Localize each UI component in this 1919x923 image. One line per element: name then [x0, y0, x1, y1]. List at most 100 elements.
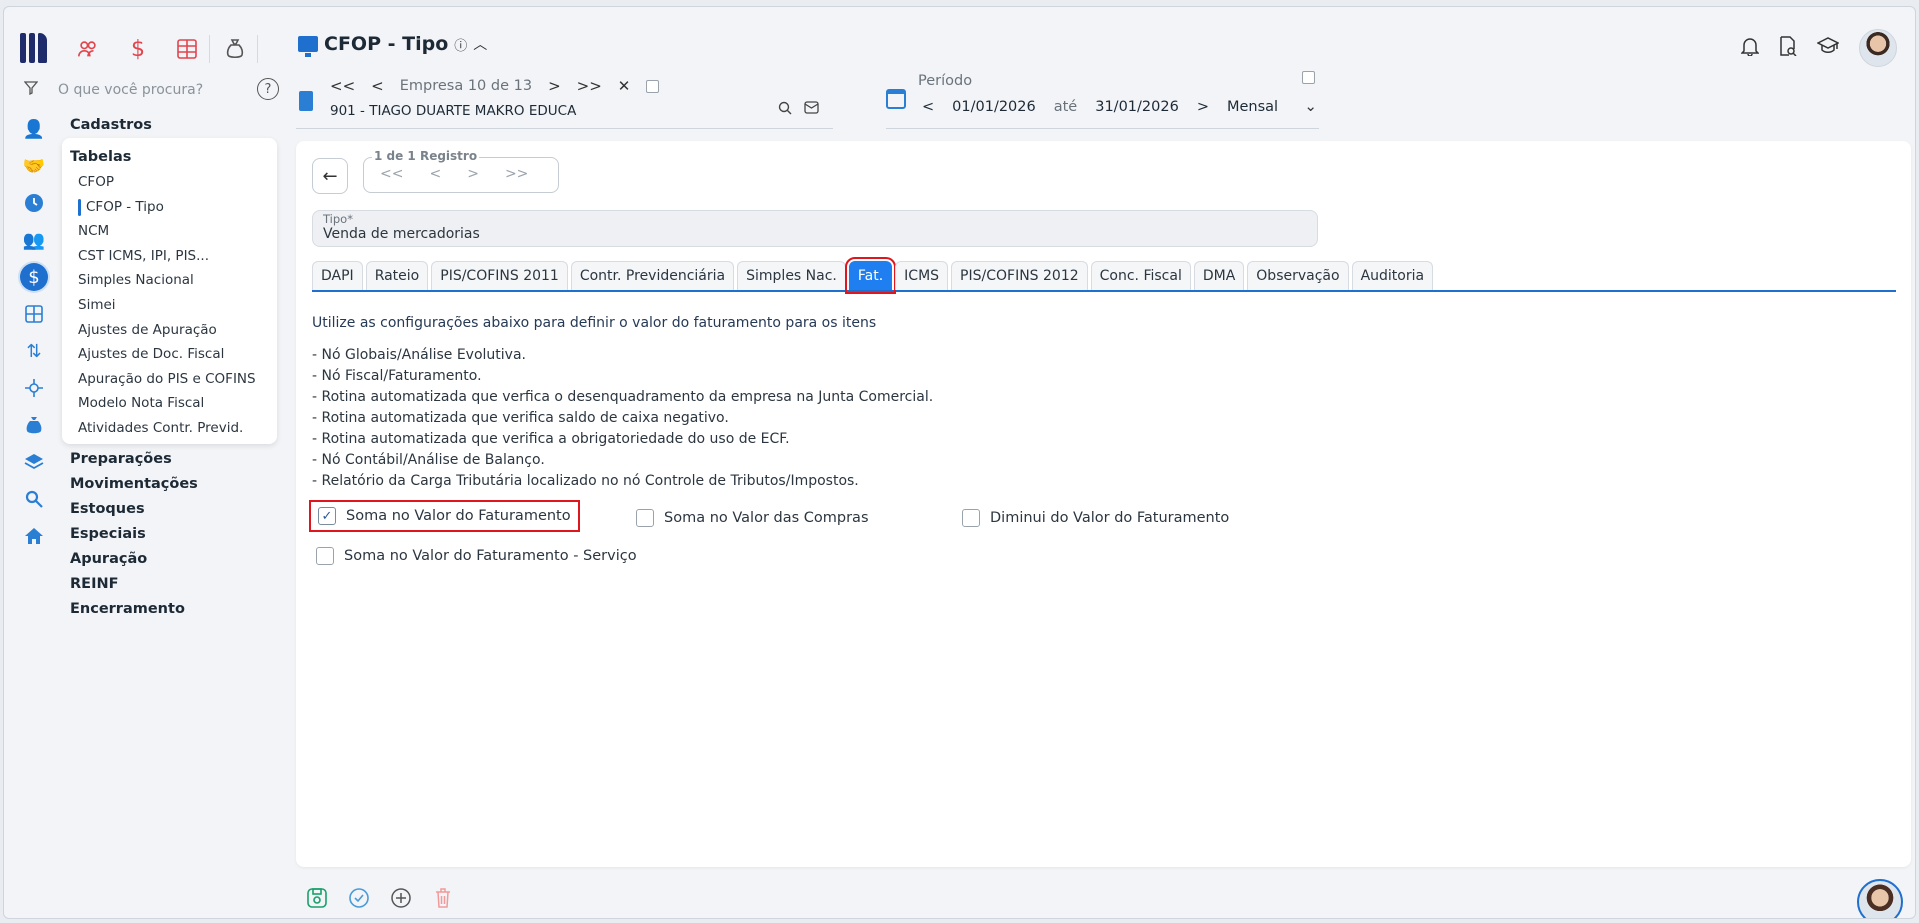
period-mode-select[interactable]: Mensal: [1227, 99, 1278, 115]
submenu-item-ncm[interactable]: NCM: [72, 219, 277, 244]
dollar-icon[interactable]: $: [124, 35, 152, 63]
submenu-item-simples-nacional[interactable]: Simples Nacional: [72, 268, 277, 293]
add-icon[interactable]: [390, 887, 412, 909]
soma-compras-option[interactable]: Soma no Valor das Compras: [636, 509, 869, 527]
tab-rateio[interactable]: Rateio: [365, 261, 429, 290]
tab-pis-cofins-2011[interactable]: PIS/COFINS 2011: [431, 261, 568, 290]
record-next-button[interactable]: >: [467, 166, 479, 182]
company-counter: Empresa 10 de 13: [399, 78, 533, 94]
company-value[interactable]: 901 - TIAGO DUARTE MAKRO EDUCA: [330, 103, 576, 119]
bell-icon[interactable]: [1740, 36, 1760, 61]
nav-section-encerramento[interactable]: Encerramento: [70, 597, 198, 622]
company-first-button[interactable]: <<: [330, 77, 355, 95]
submenu-tabelas: Tabelas CFOP CFOP - Tipo NCM CST ICMS, I…: [62, 138, 277, 444]
period-next-button[interactable]: >: [1197, 99, 1209, 115]
app-logo[interactable]: [20, 33, 50, 63]
search-input[interactable]: O que você procura?: [58, 82, 203, 98]
record-prev-button[interactable]: <: [429, 166, 441, 182]
period-start-field[interactable]: 01/01/2026: [952, 99, 1036, 115]
people-icon[interactable]: 👥: [20, 226, 48, 254]
tab-dapi[interactable]: DAPI: [312, 261, 363, 290]
back-button[interactable]: ←: [312, 158, 348, 194]
soma-compras-checkbox[interactable]: [636, 509, 654, 527]
company-prev-button[interactable]: <: [371, 77, 384, 95]
chevron-up-icon[interactable]: ︿: [473, 34, 487, 54]
tab-auditoria[interactable]: Auditoria: [1351, 261, 1434, 290]
submenu-item-ajustes-apuracao[interactable]: Ajustes de Apuração: [72, 318, 277, 343]
clock-icon[interactable]: [20, 189, 48, 217]
chevron-down-icon[interactable]: ⌄: [1304, 97, 1317, 115]
tab-pis-cofins-2012[interactable]: PIS/COFINS 2012: [951, 261, 1088, 290]
soma-faturamento-checkbox[interactable]: ✓: [318, 507, 336, 525]
search-icon[interactable]: [778, 101, 792, 119]
submenu-item-simei[interactable]: Simei: [72, 293, 277, 318]
handshake-icon[interactable]: 🤝: [20, 152, 48, 180]
submenu-item-cfop-tipo[interactable]: CFOP - Tipo: [72, 195, 277, 220]
avatar[interactable]: [1859, 29, 1897, 67]
period-checkbox[interactable]: [1302, 71, 1315, 84]
list-item: - Relatório da Carga Tributária localiza…: [312, 473, 859, 489]
grid-icon[interactable]: [173, 35, 201, 63]
soma-faturamento-servico-checkbox[interactable]: [316, 547, 334, 565]
home-icon[interactable]: [20, 522, 48, 550]
tab-dma[interactable]: DMA: [1193, 261, 1245, 290]
nav-section-movimentacoes[interactable]: Movimentações: [70, 472, 198, 497]
arrows-icon[interactable]: ⇅: [20, 337, 48, 365]
filter-icon: [23, 81, 39, 99]
tab-contr-previdenciaria[interactable]: Contr. Previdenciária: [570, 261, 735, 290]
users-icon[interactable]: [74, 35, 102, 63]
graduation-cap-icon[interactable]: [1816, 36, 1840, 60]
tab-icms[interactable]: ICMS: [895, 261, 949, 290]
submenu-item-atividades-contr-previd[interactable]: Atividades Contr. Previd.: [72, 416, 277, 441]
fat-description: Utilize as configurações abaixo para def…: [312, 315, 877, 331]
diminui-faturamento-checkbox[interactable]: [962, 509, 980, 527]
calculator-icon[interactable]: [20, 300, 48, 328]
company-last-button[interactable]: >>: [577, 77, 602, 95]
menu-search[interactable]: O que você procura? ?: [23, 77, 279, 103]
bag-icon[interactable]: [20, 411, 48, 439]
save-icon[interactable]: [306, 887, 328, 909]
submenu-item-ajustes-doc-fiscal[interactable]: Ajustes de Doc. Fiscal: [72, 342, 277, 367]
search-icon[interactable]: [20, 485, 48, 513]
info-icon[interactable]: ⓘ: [454, 35, 467, 54]
submenu-item-apuracao-pis-cofins[interactable]: Apuração do PIS e COFINS: [72, 367, 277, 392]
submenu-item-cst[interactable]: CST ICMS, IPI, PIS...: [72, 244, 277, 269]
nav-section-especiais[interactable]: Especiais: [70, 522, 198, 547]
tab-conc-fiscal[interactable]: Conc. Fiscal: [1090, 261, 1191, 290]
soma-faturamento-servico-option[interactable]: Soma no Valor do Faturamento - Serviço: [316, 547, 637, 565]
submenu-item-cfop[interactable]: CFOP: [72, 170, 277, 195]
close-icon[interactable]: ✕: [618, 77, 631, 95]
confirm-icon[interactable]: [348, 887, 370, 909]
money-bag-icon[interactable]: [221, 35, 249, 63]
fiscal-dollar-icon[interactable]: $: [20, 263, 48, 291]
nav-section-cadastros[interactable]: Cadastros: [70, 113, 280, 138]
mail-icon[interactable]: [804, 101, 819, 118]
nav-section-estoques[interactable]: Estoques: [70, 497, 198, 522]
assistant-avatar[interactable]: [1857, 879, 1903, 918]
tab-observacao[interactable]: Observação: [1247, 261, 1349, 290]
nav-section-reinf[interactable]: REINF: [70, 572, 198, 597]
help-icon[interactable]: ?: [257, 78, 279, 100]
nav-section-preparacoes[interactable]: Preparações: [70, 447, 198, 472]
layers-icon[interactable]: [20, 448, 48, 476]
tab-bar: DAPI Rateio PIS/COFINS 2011 Contr. Previ…: [312, 257, 1896, 294]
soma-faturamento-option[interactable]: ✓ Soma no Valor do Faturamento: [309, 500, 580, 532]
company-next-button[interactable]: >: [548, 77, 561, 95]
record-first-button[interactable]: <<: [380, 166, 403, 182]
company-checkbox[interactable]: [646, 79, 660, 93]
submenu-title[interactable]: Tabelas: [70, 144, 277, 170]
network-icon[interactable]: [20, 374, 48, 402]
diminui-faturamento-option[interactable]: Diminui do Valor do Faturamento: [962, 509, 1229, 527]
user-register-icon[interactable]: 👤: [20, 115, 48, 143]
calendar-icon[interactable]: [886, 89, 906, 109]
trash-icon[interactable]: [432, 887, 454, 909]
document-search-icon[interactable]: [1779, 35, 1797, 61]
record-last-button[interactable]: >>: [505, 166, 528, 182]
tab-simples-nac[interactable]: Simples Nac.: [737, 261, 846, 290]
period-prev-button[interactable]: <: [922, 99, 934, 115]
tab-fat[interactable]: Fat.: [844, 257, 897, 294]
tipo-field[interactable]: Tipo* Venda de mercadorias: [312, 210, 1318, 247]
nav-section-apuracao[interactable]: Apuração: [70, 547, 198, 572]
period-end-field[interactable]: 31/01/2026: [1095, 99, 1179, 115]
submenu-item-modelo-nota-fiscal[interactable]: Modelo Nota Fiscal: [72, 391, 277, 416]
